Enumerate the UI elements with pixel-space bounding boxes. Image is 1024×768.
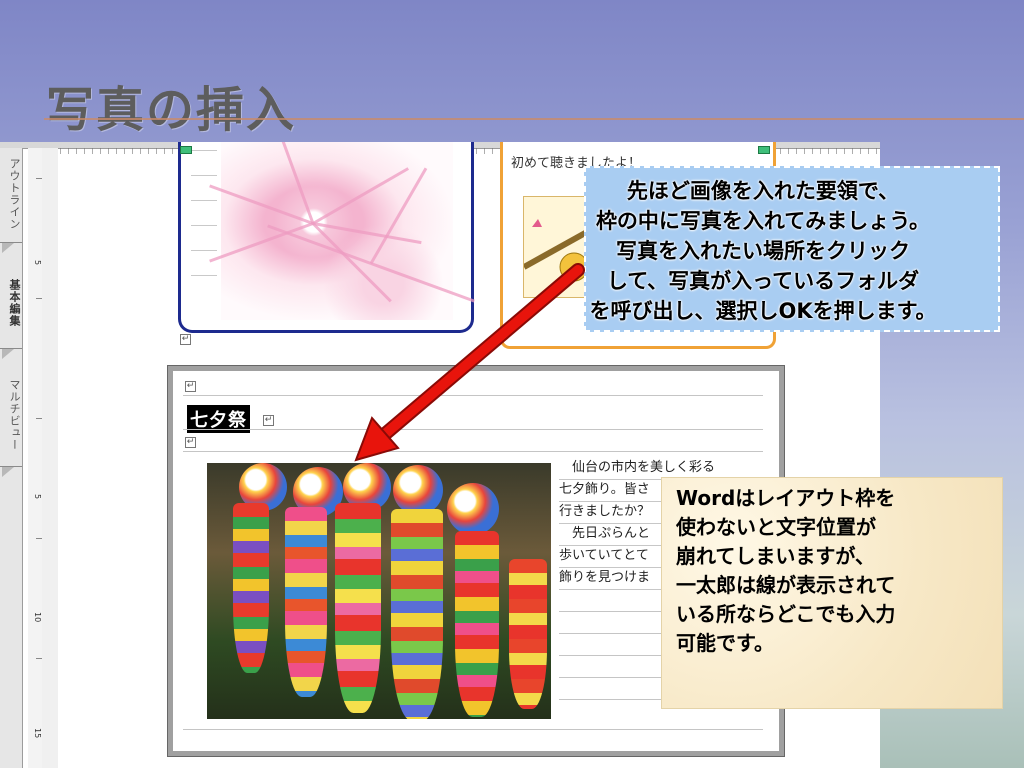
guide-line — [183, 729, 763, 730]
flower-photo[interactable] — [209, 142, 475, 320]
tab-divider — [0, 242, 22, 257]
ruler-label: 10 — [33, 612, 42, 623]
tanabata-photo[interactable] — [207, 463, 551, 719]
anchor-icon: ↵ — [185, 381, 196, 392]
guide-line — [183, 395, 763, 396]
ruler-label: 5 — [33, 260, 42, 266]
streamer — [391, 509, 443, 719]
guide-line — [183, 451, 763, 452]
instruction-callout: 先ほど画像を入れた要領で、 枠の中に写真を入れてみましょう。 写真を入れたい場所… — [584, 166, 1000, 332]
streamer — [335, 503, 381, 713]
petal — [369, 167, 428, 265]
ruler-label: 5 — [33, 494, 42, 500]
anchor-icon: ↵ — [180, 334, 191, 345]
frame-resize-handle[interactable] — [180, 146, 192, 154]
tab-outline[interactable]: アウトライン — [0, 152, 22, 236]
petal — [209, 184, 314, 225]
title-underline — [44, 118, 1024, 120]
vertical-ruler: 5 5 10 15 — [28, 148, 43, 768]
anchor-icon: ↵ — [263, 415, 274, 426]
streamer — [285, 507, 327, 697]
slide-title: 写真の挿入 — [46, 82, 297, 138]
column-text-line[interactable]: 仙台の市内を美しく彩る — [559, 457, 753, 480]
frame-resize-handle[interactable] — [758, 146, 770, 154]
kusudama-ball — [447, 483, 499, 535]
guide-line — [183, 429, 763, 430]
tab-basic-edit[interactable]: 基本編集 — [0, 268, 22, 338]
page-margin — [42, 148, 58, 768]
note-text: Wordはレイアウト枠を 使わないと文字位置が 崩れてしまいますが、 一太郎は線… — [676, 486, 896, 655]
frame-guide-lines — [191, 150, 217, 300]
streamer — [509, 559, 547, 709]
tab-divider — [0, 348, 22, 363]
kusudama-ball — [393, 465, 443, 515]
ruler-label: 15 — [33, 728, 42, 739]
flower-photo-frame[interactable] — [178, 142, 475, 333]
streamer — [455, 531, 499, 717]
tab-divider — [0, 466, 22, 481]
streamer — [233, 503, 269, 673]
note-callout: Wordはレイアウト枠を 使わないと文字位置が 崩れてしまいますが、 一太郎は線… — [662, 478, 1002, 708]
anchor-icon: ↵ — [185, 437, 196, 448]
tab-multiview[interactable]: マルチビュー — [0, 370, 22, 460]
view-mode-tabs: アウトライン 基本編集 マルチビュー — [0, 148, 23, 768]
instruction-text: 先ほど画像を入れた要領で、 枠の中に写真を入れてみましょう。 写真を入れたい場所… — [589, 179, 937, 323]
petal — [312, 167, 410, 225]
petal — [209, 222, 314, 263]
